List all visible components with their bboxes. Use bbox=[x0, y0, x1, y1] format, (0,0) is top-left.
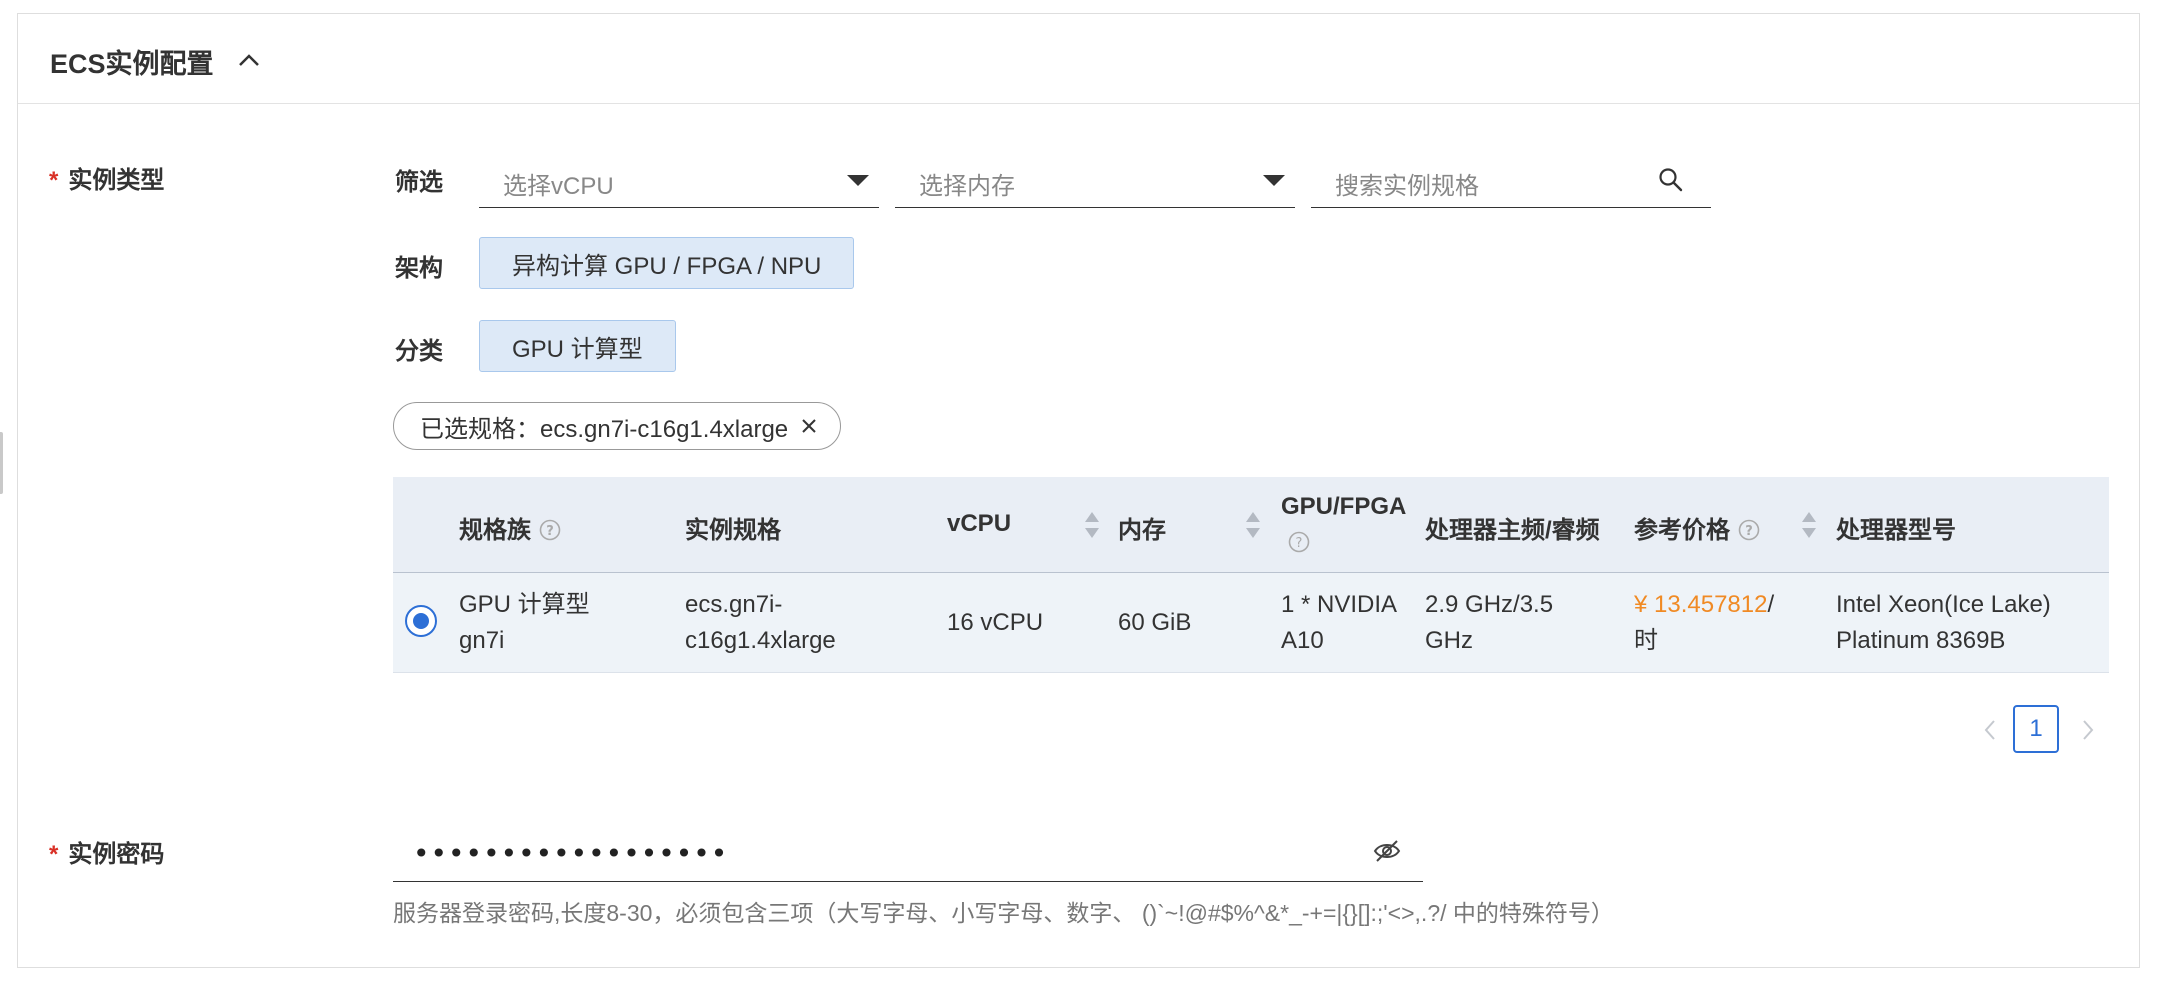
instance-type-label: * 实例类型 bbox=[49, 160, 164, 195]
cell-vcpu: 16 vCPU bbox=[947, 609, 1044, 636]
cell-family-line1: GPU 计算型 bbox=[459, 591, 590, 618]
cell-memory: 60 GiB bbox=[1118, 609, 1192, 636]
caret-down-icon bbox=[847, 175, 869, 186]
caret-down-icon bbox=[1263, 175, 1285, 186]
svg-text:?: ? bbox=[546, 524, 554, 539]
memory-select[interactable]: 选择内存 bbox=[895, 152, 1295, 208]
arch-label: 架构 bbox=[395, 255, 443, 282]
password-field[interactable] bbox=[393, 822, 1423, 882]
price-value: ¥ 13.457812 bbox=[1634, 591, 1768, 618]
vcpu-select-placeholder: 选择vCPU bbox=[503, 173, 614, 200]
sort-icon[interactable] bbox=[1245, 510, 1261, 540]
cell-gpu: 1 * NVIDIA A10 bbox=[1281, 587, 1397, 659]
cell-gpu-line2: A10 bbox=[1281, 627, 1324, 654]
spec-search-placeholder: 搜索实例规格 bbox=[1335, 173, 1479, 200]
required-mark: * bbox=[49, 167, 59, 194]
cell-price: ¥ 13.457812/ 时 bbox=[1634, 587, 1774, 659]
th-freq: 处理器主频/睿频 bbox=[1425, 517, 1600, 544]
category-label: 分类 bbox=[395, 338, 443, 365]
th-price-text: 参考价格 bbox=[1634, 517, 1730, 544]
eye-off-icon[interactable] bbox=[1373, 838, 1401, 864]
cell-freq-line2: GHz bbox=[1425, 627, 1473, 654]
th-price: 参考价格? bbox=[1634, 510, 1760, 545]
th-family: 规格族? bbox=[459, 510, 561, 545]
filter-label: 筛选 bbox=[395, 169, 443, 196]
table-row[interactable]: GPU 计算型 gn7i ecs.gn7i- c16g1.4xlarge 16 … bbox=[393, 573, 2109, 673]
password-input[interactable] bbox=[411, 832, 1315, 874]
th-vcpu: vCPU bbox=[947, 510, 1012, 537]
selected-spec-tag[interactable]: 已选规格：ecs.gn7i-c16g1.4xlarge bbox=[393, 402, 842, 450]
cell-spec-line1: ecs.gn7i- bbox=[685, 591, 783, 618]
cell-family: GPU 计算型 gn7i bbox=[459, 587, 590, 659]
cell-cpu-line1: Intel Xeon(Ice Lake) bbox=[1836, 591, 2051, 618]
required-mark: * bbox=[49, 841, 59, 868]
th-memory: 内存 bbox=[1118, 517, 1166, 544]
th-spec: 实例规格 bbox=[685, 517, 781, 544]
cell-family-line2: gn7i bbox=[459, 627, 505, 654]
row-select-radio[interactable] bbox=[405, 605, 437, 637]
panel-title: ECS实例配置 bbox=[50, 49, 214, 79]
svg-text:?: ? bbox=[1296, 536, 1303, 551]
table-header: 规格族? 实例规格 vCPU 内存 GPU/FPGA ? 处理器主频/睿频 参考… bbox=[393, 477, 2109, 573]
cell-freq-line1: 2.9 GHz/3.5 bbox=[1425, 591, 1554, 618]
instance-spec-table: 规格族? 实例规格 vCPU 内存 GPU/FPGA ? 处理器主频/睿频 参考… bbox=[393, 477, 2109, 673]
svg-text:?: ? bbox=[1745, 524, 1753, 539]
instance-type-label-text: 实例类型 bbox=[68, 167, 165, 194]
price-separator: / bbox=[1767, 591, 1775, 618]
cell-cpu-model: Intel Xeon(Ice Lake) Platinum 8369B bbox=[1836, 587, 2051, 659]
cell-cpu-line2: Platinum 8369B bbox=[1836, 627, 2006, 654]
vcpu-select[interactable]: 选择vCPU bbox=[479, 152, 879, 208]
password-label-text: 实例密码 bbox=[68, 841, 165, 868]
page-button-current[interactable]: 1 bbox=[2013, 705, 2059, 753]
spec-search-input[interactable]: 搜索实例规格 bbox=[1311, 152, 1711, 208]
chevron-right-icon[interactable] bbox=[2081, 719, 2095, 741]
search-icon[interactable] bbox=[1657, 166, 1685, 194]
chevron-left-icon[interactable] bbox=[1983, 719, 1997, 741]
password-hint: 服务器登录密码,长度8-30，必须包含三项（大写字母、小写字母、数字、 ()`~… bbox=[393, 900, 1614, 926]
close-icon[interactable] bbox=[800, 417, 818, 435]
cell-gpu-line1: 1 * NVIDIA bbox=[1281, 591, 1398, 618]
th-cpu-model: 处理器型号 bbox=[1836, 517, 1956, 544]
th-gpu: GPU/FPGA bbox=[1281, 493, 1407, 520]
left-edge-tab bbox=[0, 432, 3, 494]
help-icon[interactable]: ? bbox=[539, 519, 561, 541]
help-icon[interactable]: ? bbox=[1738, 519, 1760, 541]
sort-icon[interactable] bbox=[1084, 510, 1100, 540]
password-label: * 实例密码 bbox=[49, 834, 164, 869]
cell-spec: ecs.gn7i- c16g1.4xlarge bbox=[685, 587, 836, 659]
cell-spec-line2: c16g1.4xlarge bbox=[685, 627, 836, 654]
memory-select-placeholder: 选择内存 bbox=[919, 173, 1015, 200]
chevron-up-icon[interactable] bbox=[236, 50, 262, 70]
category-chip[interactable]: GPU 计算型 bbox=[479, 320, 676, 372]
panel-header[interactable]: ECS实例配置 bbox=[18, 14, 2139, 104]
help-icon[interactable]: ? bbox=[1288, 531, 1310, 553]
cell-freq: 2.9 GHz/3.5 GHz bbox=[1425, 587, 1553, 659]
sort-icon[interactable] bbox=[1801, 510, 1817, 540]
price-unit: 时 bbox=[1634, 627, 1658, 654]
th-family-text: 规格族 bbox=[459, 517, 531, 544]
selected-spec-text: 已选规格：ecs.gn7i-c16g1.4xlarge bbox=[420, 415, 789, 443]
arch-chip[interactable]: 异构计算 GPU / FPGA / NPU bbox=[479, 237, 855, 289]
